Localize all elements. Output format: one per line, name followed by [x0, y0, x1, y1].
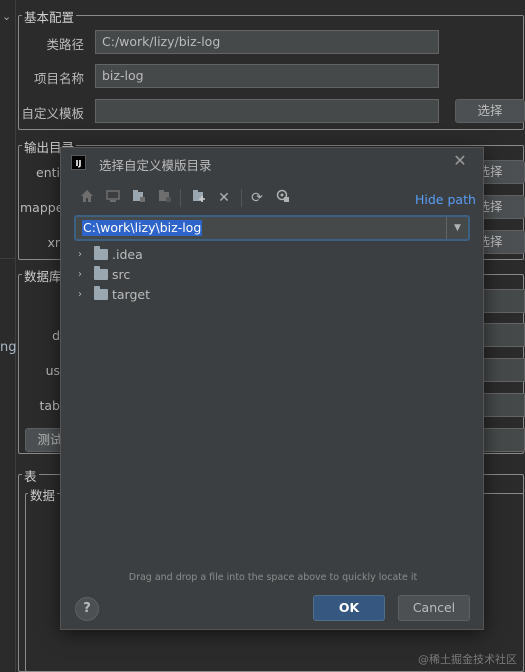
divider	[0, 258, 16, 259]
template-label: 自定义模板	[21, 106, 84, 121]
tree-node-idea[interactable]: › .idea	[78, 244, 143, 264]
left-gutter: ⌄ ng	[0, 0, 17, 672]
module-icon[interactable]	[156, 189, 174, 207]
data-title: 数据	[28, 485, 58, 504]
left-gutter-text: ng	[0, 340, 17, 355]
watermark: @稀土掘金技术社区	[418, 653, 517, 666]
toolbar-divider	[241, 189, 242, 207]
table-title: 表	[22, 466, 39, 485]
close-icon[interactable]: ✕	[451, 152, 469, 170]
help-button[interactable]: ?	[75, 597, 99, 621]
folder-icon	[94, 265, 108, 280]
output-row-label-entity: enti	[36, 165, 60, 180]
hide-path-link[interactable]: Hide path	[415, 192, 476, 207]
new-folder-icon[interactable]	[190, 189, 208, 207]
database-title: 数据库	[22, 266, 64, 285]
toolbar-divider	[180, 189, 181, 207]
db-row-label-tab: tab	[39, 398, 61, 413]
refresh-icon[interactable]: ⟳	[248, 189, 266, 207]
basic-config-title: 基本配置	[22, 7, 77, 26]
folder-icon	[94, 285, 108, 300]
db-row-label-d: d	[52, 328, 60, 343]
desktop-icon[interactable]	[104, 189, 122, 207]
choose-directory-dialog: IJ 选择自定义模版目录 ✕ ✕ ⟳ Hide path C:\work\liz…	[60, 147, 484, 630]
chevron-right-icon[interactable]: ›	[78, 269, 94, 280]
path-input[interactable]: C:\work\lizy\biz-log	[82, 220, 203, 236]
delete-icon[interactable]: ✕	[215, 189, 233, 207]
tree-node-target[interactable]: › target	[78, 284, 150, 304]
output-row-label-mapper: mappe	[20, 200, 64, 215]
intellij-logo-icon: IJ	[71, 155, 86, 170]
tree-node-label: .idea	[112, 246, 143, 262]
chevron-right-icon[interactable]: ›	[78, 249, 94, 260]
drag-drop-hint: Drag and drop a file into the space abov…	[128, 572, 418, 583]
chevron-right-icon[interactable]: ›	[78, 289, 94, 300]
project-name-label: 项目名称	[33, 71, 84, 86]
template-choose-button[interactable]: 选择	[455, 99, 525, 123]
folder-icon	[94, 245, 108, 260]
ok-button[interactable]: OK	[313, 595, 385, 621]
tree-node-label: target	[112, 286, 151, 302]
file-tree: › .idea › src › target	[72, 243, 472, 569]
tree-node-label: src	[112, 266, 131, 282]
home-icon[interactable]	[78, 189, 96, 207]
output-row-label-xml: xr	[47, 235, 60, 250]
class-path-label: 类路径	[46, 37, 84, 52]
path-combobox[interactable]: C:\work\lizy\biz-log ▼	[74, 215, 470, 241]
show-hidden-icon[interactable]	[274, 189, 292, 207]
tree-node-src[interactable]: › src	[78, 264, 130, 284]
template-field[interactable]	[95, 99, 439, 123]
project-name-field[interactable]: biz-log	[95, 64, 439, 88]
class-path-field[interactable]: C:/work/lizy/biz-log	[95, 30, 439, 54]
cancel-button[interactable]: Cancel	[398, 595, 470, 621]
db-row-label-us: us	[45, 363, 60, 378]
chevron-down-icon[interactable]: ⌄	[2, 10, 11, 23]
chevron-down-icon[interactable]: ▼	[446, 217, 468, 239]
dialog-title: 选择自定义模版目录	[99, 158, 212, 173]
project-icon[interactable]	[130, 189, 148, 207]
